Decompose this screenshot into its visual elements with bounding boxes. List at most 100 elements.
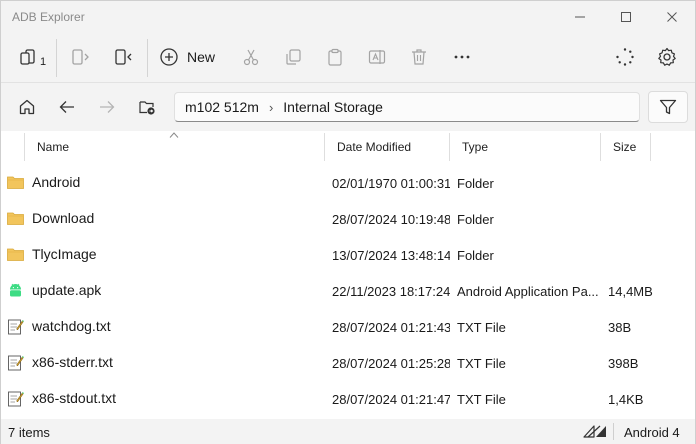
file-type: Folder <box>457 176 494 191</box>
maximize-icon <box>621 12 631 22</box>
gear-icon <box>658 47 676 66</box>
file-name: watchdog.txt <box>32 318 111 334</box>
settings-button[interactable] <box>653 39 681 75</box>
text-file-icon <box>8 319 24 335</box>
new-button[interactable]: New <box>159 39 225 75</box>
device-status-icon <box>583 425 606 438</box>
new-label: New <box>187 49 216 65</box>
column-divider[interactable] <box>449 133 450 161</box>
home-icon <box>19 99 35 115</box>
copy-button[interactable] <box>279 39 307 75</box>
item-count: 7 items <box>8 425 50 440</box>
file-name: Download <box>32 210 95 226</box>
column-divider[interactable] <box>600 133 601 161</box>
file-name: TlycImage <box>32 246 97 262</box>
paste-button[interactable] <box>321 39 349 75</box>
close-button[interactable] <box>649 1 695 33</box>
column-size[interactable]: Size <box>613 140 636 154</box>
devices-icon <box>20 49 35 65</box>
push-to-device-button[interactable] <box>65 39 95 75</box>
breadcrumb-chevron-icon: › <box>268 99 274 115</box>
folder-icon <box>7 212 24 225</box>
cut-button[interactable] <box>237 39 265 75</box>
folder-go-icon <box>139 101 155 115</box>
path-bar[interactable]: m102 512m › Internal Storage <box>174 92 640 122</box>
filter-button[interactable] <box>648 91 688 123</box>
android-icon <box>10 283 21 297</box>
minimize-icon <box>575 16 585 18</box>
trash-icon <box>412 49 426 65</box>
file-name: x86-stdout.txt <box>32 390 117 406</box>
breadcrumb-folder[interactable]: Internal Storage <box>283 99 383 115</box>
folder-icon <box>7 176 24 189</box>
home-button[interactable] <box>13 93 41 121</box>
pull-from-device-button[interactable] <box>107 39 137 75</box>
filter-icon <box>659 99 677 115</box>
table-row[interactable]: Download 28/07/2024 10:19:48 Folder <box>1 201 695 237</box>
clipboard-icon <box>328 48 342 66</box>
file-type: TXT File <box>457 320 506 335</box>
title-bar: ADB Explorer <box>1 1 695 33</box>
file-type: Folder <box>457 248 494 263</box>
table-row[interactable]: x86-stderr.txt 28/07/2024 01:25:28 TXT F… <box>1 345 695 381</box>
file-date: 22/11/2023 18:17:24 <box>332 284 450 299</box>
file-date: 02/01/1970 01:00:31 <box>332 176 450 191</box>
arrow-left-icon <box>59 101 74 113</box>
file-date: 13/07/2024 13:48:14 <box>332 248 450 263</box>
file-size: 1,4KB <box>608 392 644 407</box>
more-options-button[interactable] <box>447 39 477 75</box>
devices-button[interactable]: 1 <box>13 39 53 75</box>
table-row[interactable]: TlycImage 13/07/2024 13:48:14 Folder <box>1 237 695 273</box>
phone-push-icon <box>72 49 89 65</box>
copy-icon <box>286 49 301 65</box>
arrow-right-icon <box>100 101 115 113</box>
column-type[interactable]: Type <box>462 140 488 154</box>
file-size: 38B <box>608 320 632 335</box>
column-header: Name Date Modified Type Size <box>1 131 695 163</box>
rename-button[interactable] <box>363 39 391 75</box>
device-version: Android 4 <box>624 425 680 440</box>
phone-pull-icon <box>115 49 132 65</box>
sort-ascending-icon <box>169 132 179 138</box>
text-file-icon <box>8 391 24 407</box>
loading-spinner-icon <box>616 48 634 66</box>
column-divider <box>24 133 25 161</box>
progress-indicator <box>611 39 639 75</box>
back-button[interactable] <box>53 93 81 121</box>
window-title: ADB Explorer <box>12 10 85 24</box>
column-divider[interactable] <box>650 133 651 161</box>
folder-icon <box>7 248 24 261</box>
add-circle-icon <box>160 48 178 66</box>
table-row[interactable]: Android 02/01/1970 01:00:31 Folder <box>1 165 695 201</box>
navigate-to-path-button[interactable] <box>133 93 161 121</box>
text-file-icon <box>8 355 24 371</box>
file-date: 28/07/2024 10:19:48 <box>332 212 450 227</box>
table-row[interactable]: update.apk 22/11/2023 18:17:24 Android A… <box>1 273 695 309</box>
table-row[interactable]: x86-stdout.txt 28/07/2024 01:21:47 TXT F… <box>1 381 695 417</box>
column-divider[interactable] <box>324 133 325 161</box>
maximize-button[interactable] <box>603 1 649 33</box>
file-name: Android <box>32 174 81 190</box>
file-size: 398B <box>608 356 639 371</box>
file-date: 28/07/2024 01:21:47 <box>332 392 450 407</box>
file-type: TXT File <box>457 392 506 407</box>
status-bar: 7 items Android 4 <box>1 419 695 444</box>
minimize-button[interactable] <box>557 1 603 33</box>
status-divider <box>613 423 614 440</box>
delete-button[interactable] <box>405 39 433 75</box>
column-date-modified[interactable]: Date Modified <box>337 140 411 154</box>
column-name[interactable]: Name <box>37 140 69 154</box>
file-list: Name Date Modified Type Size Android 02/… <box>1 131 695 419</box>
forward-button[interactable] <box>93 93 121 121</box>
file-name: update.apk <box>32 282 102 298</box>
breadcrumb-device[interactable]: m102 512m <box>185 99 259 115</box>
file-size: 14,4MB <box>608 284 653 299</box>
file-date: 28/07/2024 01:25:28 <box>332 356 450 371</box>
app-window: ADB Explorer 1 New m102 512m › Internal … <box>0 0 696 444</box>
navigation-bar: m102 512m › Internal Storage <box>1 83 695 129</box>
file-date: 28/07/2024 01:21:43 <box>332 320 450 335</box>
file-type: Android Application Pa... <box>457 284 599 299</box>
device-count: 1 <box>40 56 47 68</box>
toolbar-divider <box>147 39 148 77</box>
table-row[interactable]: watchdog.txt 28/07/2024 01:21:43 TXT Fil… <box>1 309 695 345</box>
